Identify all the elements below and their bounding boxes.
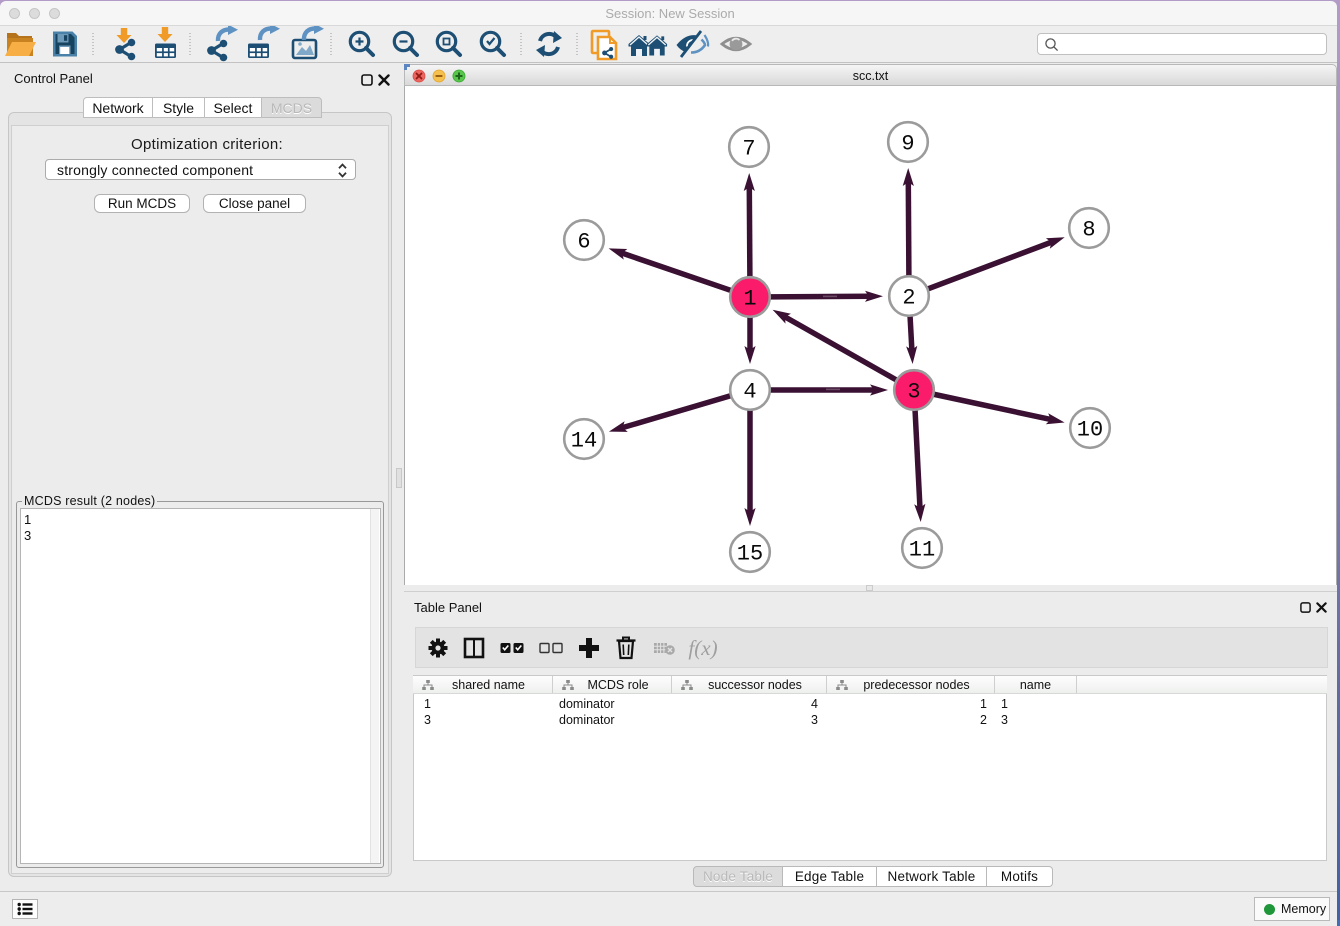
svg-text:8: 8 [1082, 218, 1095, 243]
svg-text:15: 15 [737, 542, 763, 567]
svg-text:4: 4 [743, 380, 756, 405]
svg-text:f(x): f(x) [688, 636, 717, 660]
svg-text:3: 3 [907, 380, 920, 405]
svg-text:1: 1 [743, 287, 756, 312]
svg-text:9: 9 [901, 132, 914, 157]
svg-text:14: 14 [571, 429, 597, 454]
svg-text:2: 2 [902, 286, 915, 311]
svg-text:7: 7 [742, 137, 755, 162]
svg-text:10: 10 [1077, 418, 1103, 443]
svg-text:11: 11 [909, 538, 935, 563]
svg-text:6: 6 [577, 230, 590, 255]
